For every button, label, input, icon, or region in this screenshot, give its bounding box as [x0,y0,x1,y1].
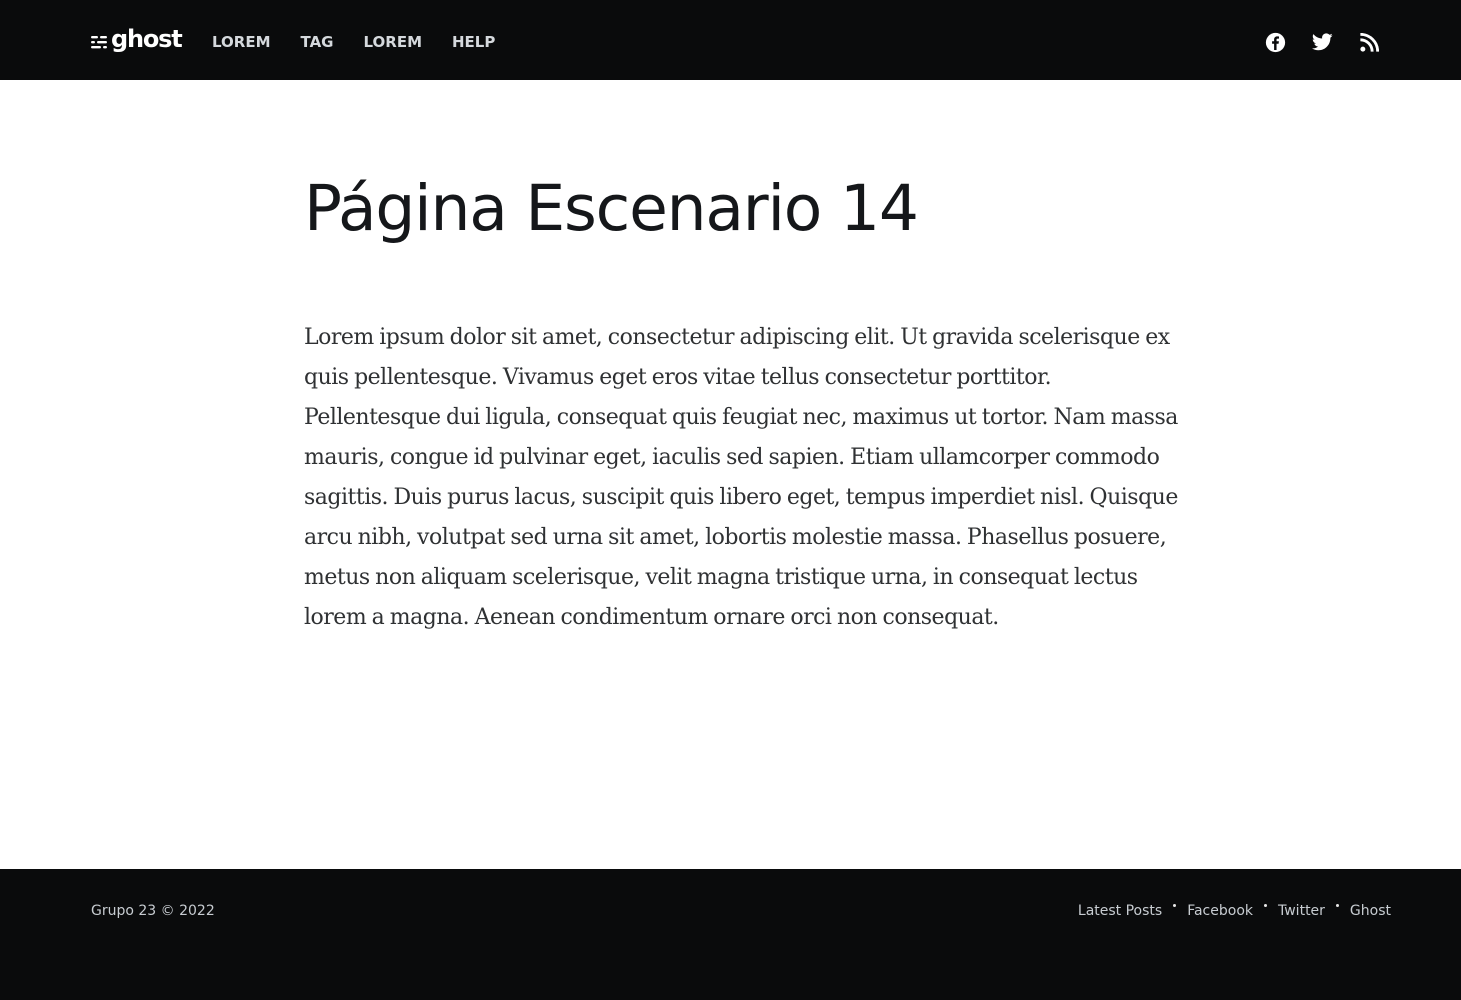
twitter-link[interactable] [1310,30,1334,54]
social-links [1240,0,1381,80]
footer-link-ghost[interactable]: Ghost [1350,902,1391,920]
page-content: Página Escenario 14 Lorem ipsum dolor si… [304,80,1194,638]
nav-item-lorem-2[interactable]: LOREM [364,34,423,50]
ghost-logo-text: ghost [111,25,183,53]
ghost-logo[interactable]: ghost [91,24,183,56]
footer-separator-dot [1173,903,1177,907]
footer-link-latest-posts[interactable]: Latest Posts [1078,902,1162,920]
ghost-logo-icon [91,36,107,49]
copyright-text: Grupo 23 © 2022 [91,903,215,919]
footer-separator-dot [1335,903,1339,907]
rss-icon [1359,32,1379,52]
twitter-icon [1311,33,1333,51]
footer-link-twitter[interactable]: Twitter [1278,902,1325,920]
nav-item-tag[interactable]: TAG [301,34,334,50]
facebook-icon [1265,32,1285,52]
nav-item-help[interactable]: HELP [452,34,495,50]
site-header: ghost LOREM TAG LOREM HELP [0,0,1461,80]
page-body-text: Lorem ipsum dolor sit amet, consectetur … [304,325,1178,631]
footer-nav: Latest Posts Facebook Twitter Ghost [1078,902,1391,920]
nav-item-lorem[interactable]: LOREM [212,34,271,50]
site-footer: Grupo 23 © 2022 Latest Posts Facebook Tw… [0,869,1461,1000]
footer-separator-dot [1264,903,1267,907]
primary-nav: LOREM TAG LOREM HELP [212,0,525,80]
facebook-link[interactable] [1263,30,1287,54]
footer-link-facebook[interactable]: Facebook [1187,902,1253,920]
rss-link[interactable] [1357,30,1381,54]
page-title: Página Escenario 14 [304,172,919,245]
